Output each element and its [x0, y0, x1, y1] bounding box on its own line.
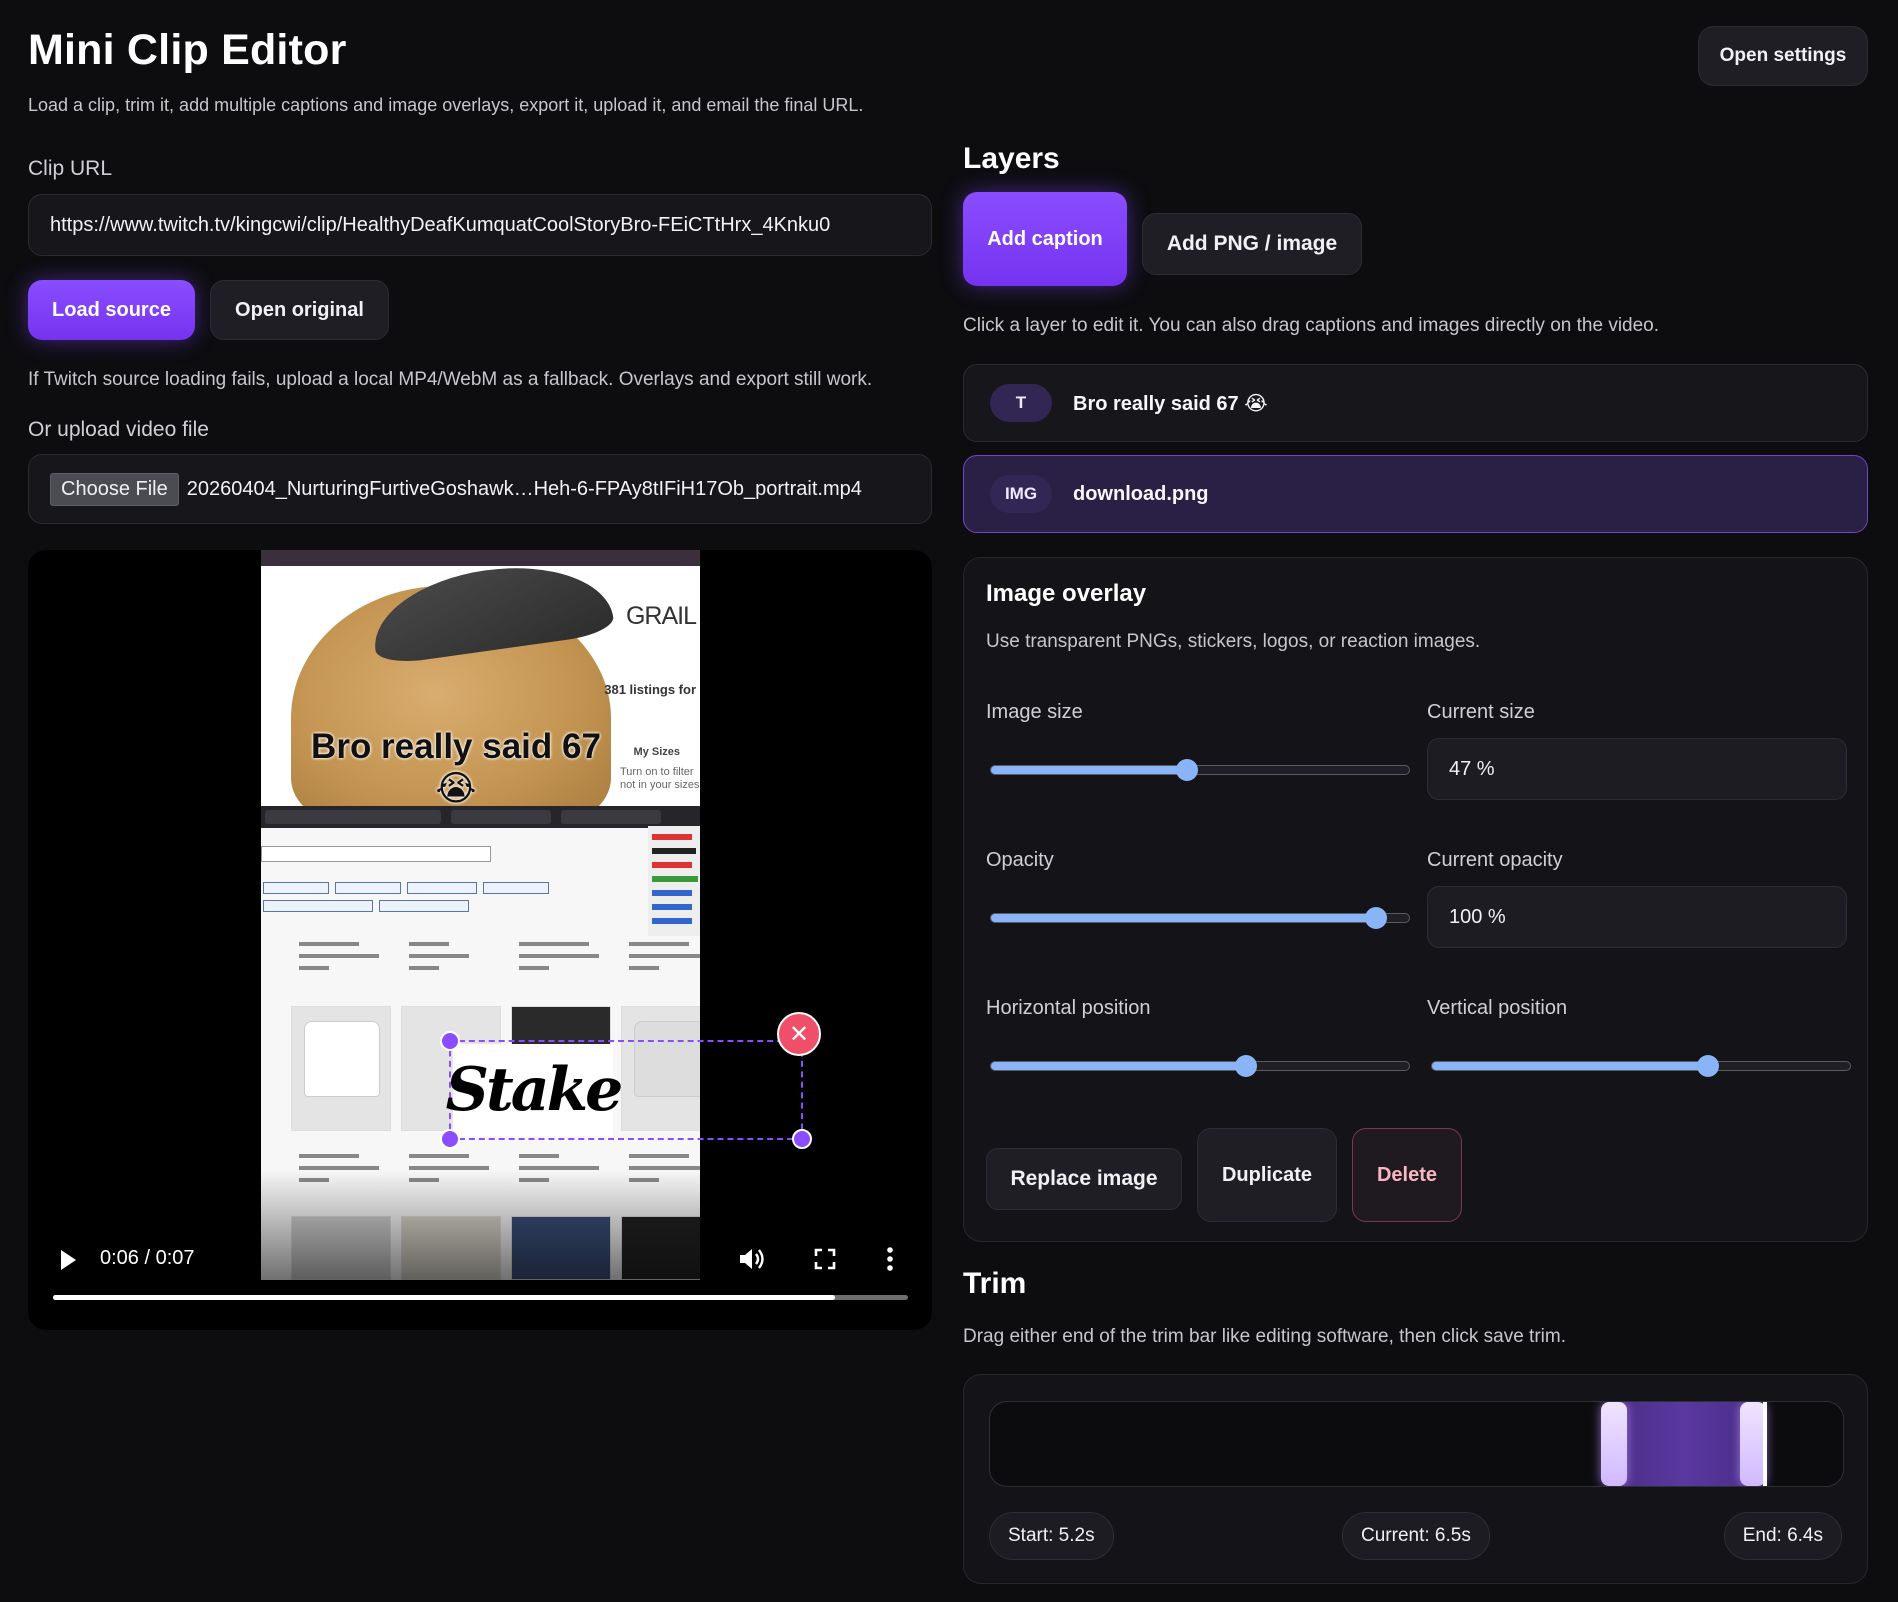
- frame-mysizes-text: My Sizes: [633, 746, 680, 758]
- layers-title: Layers: [963, 142, 1060, 175]
- more-options-icon[interactable]: [886, 1246, 894, 1272]
- opacity-label: Opacity: [986, 849, 1054, 871]
- volume-icon[interactable]: [738, 1246, 766, 1272]
- play-icon[interactable]: [58, 1248, 78, 1272]
- image-overlay-panel: Image overlay Use transparent PNGs, stic…: [963, 557, 1868, 1242]
- layer-type-tag: T: [990, 384, 1052, 422]
- meme-image: GRAIL 381 listings for My Sizes Turn on …: [261, 553, 700, 826]
- slider-thumb[interactable]: [1176, 759, 1199, 781]
- file-upload-field[interactable]: Choose File 20260404_NurturingFurtiveGos…: [28, 454, 932, 524]
- browser-tabbar: [261, 806, 700, 828]
- video-time: 0:06 / 0:07: [100, 1247, 195, 1269]
- resize-handle-bottom-left[interactable]: [440, 1129, 460, 1149]
- duplicate-button[interactable]: Duplicate: [1197, 1128, 1337, 1222]
- resize-handle-bottom-right[interactable]: [792, 1129, 812, 1149]
- replace-image-button[interactable]: Replace image: [986, 1148, 1182, 1210]
- resize-handle-top-left[interactable]: [440, 1031, 460, 1051]
- layer-name: Bro really said 67 😭: [1073, 392, 1268, 415]
- open-settings-button[interactable]: Open settings: [1698, 26, 1868, 86]
- frame-links: [648, 826, 700, 936]
- image-overlay-selection[interactable]: Stake ✕: [440, 1012, 821, 1149]
- trim-start-readout: Start: 5.2s: [989, 1512, 1114, 1560]
- load-source-button[interactable]: Load source: [28, 280, 195, 340]
- current-opacity-field[interactable]: 100 %: [1427, 886, 1847, 948]
- opacity-slider[interactable]: [990, 907, 1410, 929]
- horizontal-position-label: Horizontal position: [986, 997, 1151, 1019]
- slider-thumb[interactable]: [1696, 1055, 1719, 1077]
- add-image-button[interactable]: Add PNG / image: [1142, 213, 1362, 275]
- video-progress-bar[interactable]: [53, 1295, 908, 1300]
- video-progress-fill: [53, 1295, 836, 1300]
- clip-url-input[interactable]: [50, 213, 910, 237]
- stake-logo-image[interactable]: Stake: [446, 1044, 623, 1136]
- layers-help-text: Click a layer to edit it. You can also d…: [963, 315, 1660, 336]
- video-player[interactable]: GRAIL 381 listings for My Sizes Turn on …: [28, 550, 932, 1330]
- file-name: 20260404_NurturingFurtiveGoshawk…Heh-6-F…: [186, 477, 862, 500]
- trim-selected-range[interactable]: [1613, 1402, 1754, 1486]
- trim-bar[interactable]: [989, 1401, 1844, 1487]
- vertical-position-label: Vertical position: [1427, 997, 1568, 1019]
- frame-grail-text: GRAIL: [625, 602, 697, 630]
- app-subtitle: Load a clip, trim it, add multiple capti…: [28, 95, 864, 115]
- frame-product-row-1: [281, 934, 700, 994]
- trim-start-handle[interactable]: [1600, 1402, 1627, 1486]
- trim-current-readout: Current: 6.5s: [1342, 1512, 1490, 1560]
- upload-label: Or upload video file: [28, 418, 209, 441]
- layer-item-caption[interactable]: T Bro really said 67 😭: [963, 364, 1868, 442]
- image-size-label: Image size: [986, 701, 1083, 723]
- frame-topbar: [261, 550, 700, 566]
- caption-overlay[interactable]: Bro really said 67 😭: [291, 726, 621, 810]
- app-title: Mini Clip Editor: [28, 26, 347, 74]
- slider-fill: [991, 914, 1376, 922]
- slider-fill: [991, 1062, 1246, 1070]
- choose-file-button[interactable]: Choose File: [50, 472, 179, 506]
- clip-url-field[interactable]: [28, 194, 932, 256]
- slider-fill: [991, 766, 1188, 774]
- image-overlay-title: Image overlay: [986, 580, 1147, 607]
- current-opacity-label: Current opacity: [1427, 849, 1563, 871]
- open-original-button[interactable]: Open original: [210, 280, 389, 340]
- add-caption-button[interactable]: Add caption: [963, 192, 1127, 286]
- trim-help-text: Drag either end of the trim bar like edi…: [963, 1326, 1566, 1347]
- current-size-label: Current size: [1427, 701, 1535, 723]
- image-size-slider[interactable]: [990, 759, 1410, 781]
- frame-searchbar: [261, 846, 491, 862]
- frame-turnon-text: Turn on to filter not in your sizes: [620, 766, 700, 791]
- trim-end-readout: End: 6.4s: [1723, 1512, 1842, 1560]
- trim-panel: Start: 5.2s Current: 6.5s End: 6.4s: [963, 1374, 1868, 1584]
- layer-type-tag: IMG: [990, 475, 1052, 513]
- slider-fill: [1432, 1062, 1708, 1070]
- trim-playhead[interactable]: [1762, 1402, 1767, 1486]
- frame-listings-text: 381 listings for: [604, 682, 696, 697]
- vertical-position-slider[interactable]: [1431, 1055, 1851, 1077]
- trim-title: Trim: [963, 1267, 1027, 1300]
- slider-thumb[interactable]: [1234, 1055, 1257, 1077]
- remove-overlay-icon[interactable]: ✕: [777, 1012, 821, 1056]
- controls-gradient: [261, 1170, 700, 1280]
- delete-button[interactable]: Delete: [1352, 1128, 1462, 1222]
- fallback-hint: If Twitch source loading fails, upload a…: [28, 369, 873, 390]
- slider-thumb[interactable]: [1364, 907, 1387, 929]
- clip-url-label: Clip URL: [28, 157, 113, 180]
- layer-name: download.png: [1073, 482, 1209, 505]
- image-overlay-subtitle: Use transparent PNGs, stickers, logos, o…: [986, 631, 1481, 652]
- frame-filter-chips: [263, 882, 553, 912]
- current-size-field[interactable]: 47 %: [1427, 738, 1847, 800]
- fullscreen-icon[interactable]: [814, 1248, 836, 1270]
- horizontal-position-slider[interactable]: [990, 1055, 1410, 1077]
- layer-item-image[interactable]: IMG download.png: [963, 455, 1868, 533]
- video-frame: GRAIL 381 listings for My Sizes Turn on …: [261, 550, 700, 1280]
